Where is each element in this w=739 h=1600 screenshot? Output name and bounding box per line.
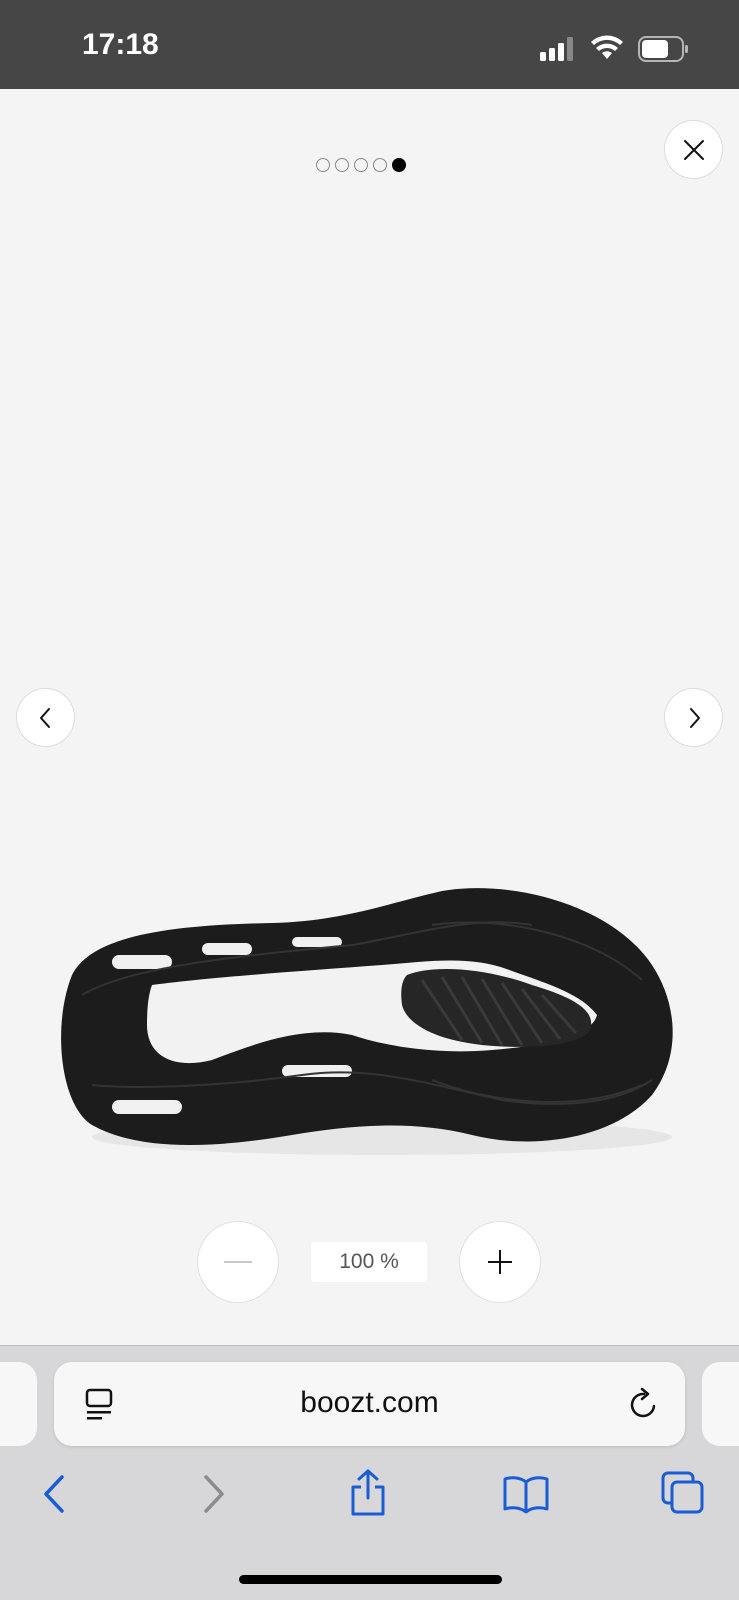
product-image[interactable] — [52, 885, 684, 1170]
next-image-button[interactable] — [664, 688, 723, 747]
gallery-pagination — [316, 156, 420, 174]
back-icon[interactable] — [40, 1474, 70, 1514]
close-button[interactable] — [664, 120, 723, 179]
signal-icon — [540, 37, 573, 61]
pagination-dot[interactable] — [373, 158, 387, 172]
zoom-level: 100 % — [311, 1242, 427, 1282]
tabs-icon[interactable] — [660, 1470, 706, 1516]
wifi-icon — [591, 35, 623, 59]
status-bar: 17:18 — [0, 0, 739, 89]
pagination-dot-active[interactable] — [392, 158, 406, 172]
status-time: 17:18 — [82, 28, 159, 61]
zoom-in-button[interactable] — [459, 1221, 541, 1303]
url-text[interactable]: boozt.com — [54, 1386, 685, 1420]
pagination-dot[interactable] — [335, 158, 349, 172]
pagination-dot[interactable] — [316, 158, 330, 172]
address-bar[interactable]: boozt.com — [54, 1362, 685, 1446]
reload-icon[interactable] — [628, 1387, 660, 1421]
previous-tab-preview[interactable] — [0, 1362, 37, 1446]
pagination-dot[interactable] — [354, 158, 368, 172]
home-indicator — [239, 1575, 502, 1584]
next-tab-preview[interactable] — [702, 1362, 739, 1446]
chevron-left-icon — [39, 707, 50, 728]
zoom-out-button[interactable] — [197, 1221, 279, 1303]
forward-icon[interactable] — [198, 1474, 228, 1514]
chevron-right-icon — [689, 707, 700, 728]
battery-icon — [638, 36, 688, 62]
previous-image-button[interactable] — [16, 688, 75, 747]
bookmarks-icon[interactable] — [502, 1474, 550, 1514]
close-icon — [683, 139, 704, 160]
plus-icon — [488, 1250, 512, 1274]
share-icon[interactable] — [348, 1468, 388, 1518]
minus-icon — [224, 1261, 252, 1263]
